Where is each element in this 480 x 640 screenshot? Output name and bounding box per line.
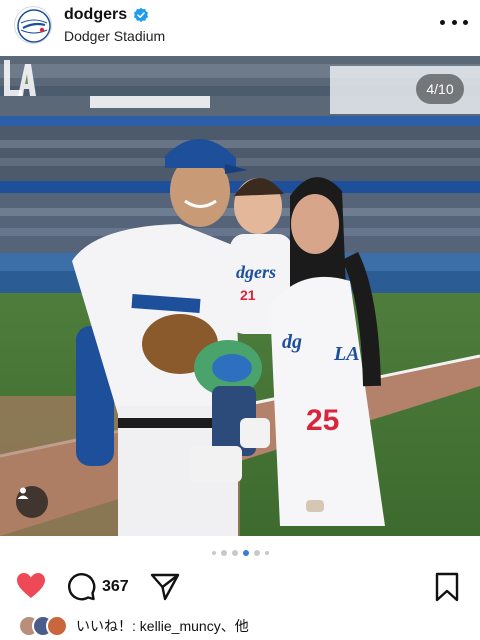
send-icon [150, 573, 180, 601]
share-button[interactable] [150, 572, 180, 607]
username-row: dodgers [64, 6, 149, 24]
la-watermark-icon [4, 60, 36, 96]
post-header: dodgers Dodger Stadium [0, 0, 480, 56]
carousel-dot [220, 550, 227, 556]
carousel-dot [211, 551, 216, 555]
likes-text[interactable]: いいね！: kellie_muncy、他 [76, 616, 249, 636]
heart-filled-icon [17, 573, 45, 598]
save-button[interactable] [434, 572, 460, 607]
action-bar: 367 [0, 568, 480, 608]
location-link[interactable]: Dodger Stadium [64, 28, 165, 44]
more-dot-icon [451, 19, 457, 25]
carousel-dot [253, 550, 260, 556]
bookmark-icon [435, 572, 459, 602]
comment-bubble-icon [68, 573, 96, 601]
person-icon [17, 487, 29, 499]
carousel-counter: 4/10 [416, 74, 464, 104]
verified-badge-icon [134, 7, 149, 22]
username[interactable]: dodgers [64, 6, 127, 24]
avatar[interactable] [14, 6, 52, 44]
comment-button[interactable] [66, 572, 96, 607]
svg-text:dg: dg [282, 331, 302, 353]
svg-text:dgers: dgers [236, 262, 276, 282]
liker-avatar[interactable] [46, 615, 68, 637]
carousel-dot [264, 551, 269, 555]
svg-text:21: 21 [240, 287, 256, 303]
svg-text:LA: LA [333, 343, 360, 365]
comment-count[interactable]: 367 [102, 578, 129, 596]
dodgers-logo-icon [17, 9, 51, 43]
stadium-photo: dgers 21 dg LA 25 [0, 56, 480, 536]
carousel-dot [231, 550, 238, 556]
like-button[interactable] [16, 572, 46, 605]
post-photo[interactable]: dgers 21 dg LA 25 4/10 [0, 56, 480, 536]
svg-text:25: 25 [306, 404, 339, 437]
likes-summary[interactable]: いいね！: kellie_muncy、他 [18, 614, 249, 638]
carousel-indicator [0, 548, 480, 558]
more-dot-icon [440, 19, 445, 25]
carousel-dot-active [242, 550, 249, 556]
tagged-users-button[interactable] [16, 486, 48, 518]
more-options-button[interactable] [440, 12, 468, 32]
more-dot-icon [463, 19, 468, 25]
